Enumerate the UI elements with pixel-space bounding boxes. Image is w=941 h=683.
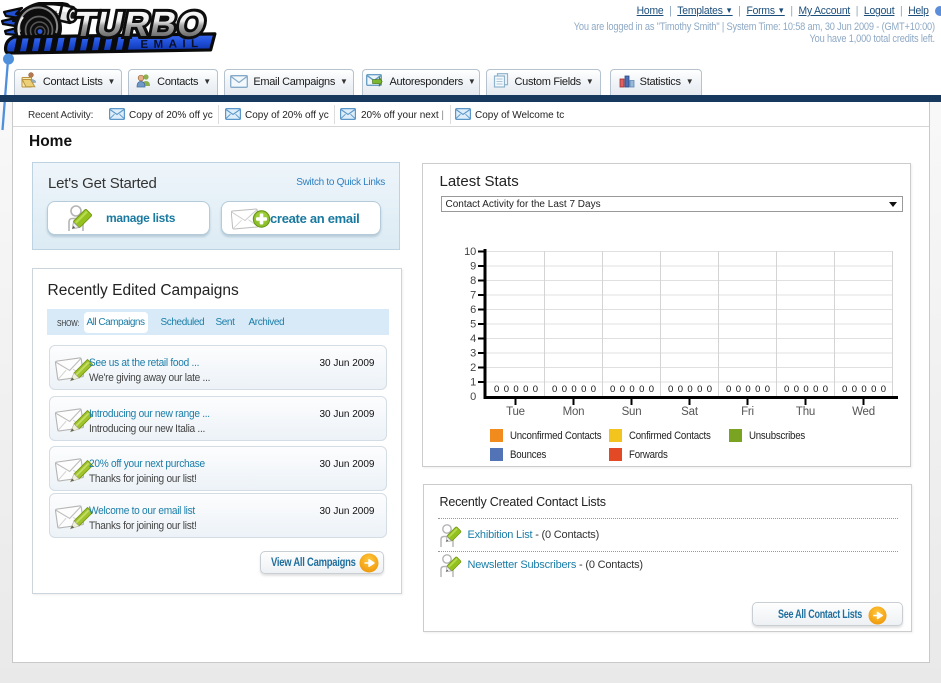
svg-text:0: 0 <box>523 384 528 395</box>
svg-text:0: 0 <box>610 384 615 395</box>
svg-text:1: 1 <box>470 377 476 389</box>
svg-text:5: 5 <box>470 319 476 331</box>
svg-text:Tue: Tue <box>506 406 525 418</box>
svg-text:0: 0 <box>726 384 731 395</box>
svg-text:0: 0 <box>590 384 595 395</box>
svg-text:0: 0 <box>581 384 586 395</box>
svg-text:0: 0 <box>793 384 798 395</box>
svg-text:0: 0 <box>619 384 624 395</box>
svg-text:0: 0 <box>639 384 644 395</box>
svg-text:0: 0 <box>871 384 876 395</box>
svg-text:0: 0 <box>571 384 576 395</box>
svg-text:7: 7 <box>470 290 476 302</box>
svg-text:0: 0 <box>784 384 789 395</box>
svg-text:3: 3 <box>470 348 476 360</box>
svg-text:0: 0 <box>677 384 682 395</box>
svg-text:0: 0 <box>735 384 740 395</box>
svg-text:0: 0 <box>494 384 499 395</box>
svg-text:0: 0 <box>706 384 711 395</box>
svg-text:0: 0 <box>755 384 760 395</box>
svg-text:6: 6 <box>470 304 476 316</box>
svg-text:0: 0 <box>697 384 702 395</box>
svg-text:0: 0 <box>687 384 692 395</box>
svg-text:0: 0 <box>470 391 476 403</box>
svg-text:0: 0 <box>513 384 518 395</box>
svg-text:0: 0 <box>648 384 653 395</box>
svg-text:Sun: Sun <box>621 406 641 418</box>
svg-text:4: 4 <box>470 333 476 345</box>
svg-text:Fri: Fri <box>741 406 754 418</box>
svg-text:0: 0 <box>813 384 818 395</box>
svg-text:0: 0 <box>561 384 566 395</box>
svg-text:0: 0 <box>629 384 634 395</box>
svg-text:0: 0 <box>851 384 856 395</box>
svg-text:0: 0 <box>842 384 847 395</box>
svg-text:0: 0 <box>532 384 537 395</box>
svg-text:0: 0 <box>880 384 885 395</box>
svg-text:Sat: Sat <box>681 406 699 418</box>
svg-text:Thu: Thu <box>795 406 814 418</box>
svg-text:0: 0 <box>764 384 769 395</box>
svg-text:Wed: Wed <box>852 406 875 418</box>
svg-text:TURBO: TURBO <box>71 5 210 44</box>
svg-text:9: 9 <box>470 261 476 273</box>
svg-text:10: 10 <box>464 246 476 258</box>
svg-text:2: 2 <box>470 362 476 374</box>
svg-text:0: 0 <box>552 384 557 395</box>
svg-text:0: 0 <box>822 384 827 395</box>
svg-text:0: 0 <box>503 384 508 395</box>
svg-text:Mon: Mon <box>562 406 584 418</box>
svg-text:8: 8 <box>470 275 476 287</box>
svg-text:0: 0 <box>745 384 750 395</box>
svg-text:0: 0 <box>803 384 808 395</box>
svg-text:0: 0 <box>861 384 866 395</box>
svg-text:0: 0 <box>668 384 673 395</box>
